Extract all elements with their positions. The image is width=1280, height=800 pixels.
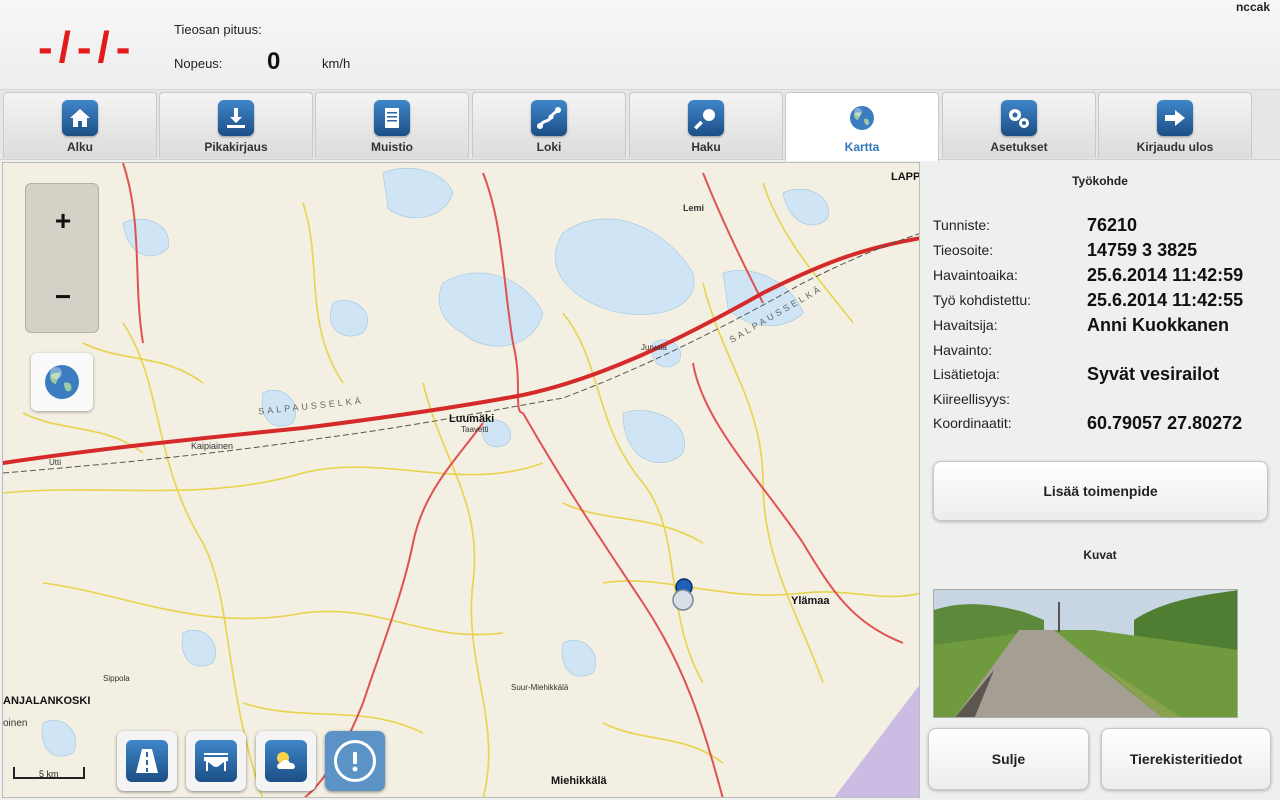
user-name: nccak <box>1235 0 1270 14</box>
field-label: Havaintoaika: <box>933 267 1018 283</box>
place-label: Lemi <box>683 203 705 213</box>
field-value: 25.6.2014 11:42:55 <box>1087 290 1244 310</box>
alert-layer-button[interactable] <box>325 731 385 791</box>
tab-label: Muistio <box>371 140 413 154</box>
place-label: Miehikkälä <box>551 775 607 787</box>
bridge-layer-icon <box>195 740 237 782</box>
search-icon <box>688 100 724 136</box>
speed-value: 0 <box>267 48 281 75</box>
map-type-button[interactable] <box>31 353 93 411</box>
tab-label: Asetukset <box>990 140 1048 154</box>
field-value: Syvät vesirailot <box>1087 364 1220 384</box>
tab-muistio[interactable]: Muistio <box>315 92 469 158</box>
place-label: Utti <box>49 458 61 467</box>
zoom-control: + − <box>25 183 99 333</box>
map-view[interactable]: LAPPEENRANTA Lemi Luumäki Taavetti Kaipi… <box>2 162 920 798</box>
home-icon <box>62 100 98 136</box>
place-label: ANJALANKOSKI <box>3 695 91 707</box>
work-item-panel: Työkohde Tunniste: 76210 Tieosoite: 1475… <box>920 162 1280 800</box>
globe-icon <box>45 365 79 399</box>
place-label: Kaipiainen <box>191 441 234 451</box>
field-value: 60.79057 27.80272 <box>1087 413 1243 433</box>
add-action-button[interactable]: Lisää toimenpide <box>933 461 1268 521</box>
panel-title: Työkohde <box>1072 174 1128 188</box>
tab-label: Haku <box>691 140 721 154</box>
road-registry-button[interactable]: Tierekisteritiedot <box>1101 728 1271 790</box>
field-label: Työ kohdistettu: <box>933 292 1032 308</box>
status-header: -/-/- Tieosan pituus: Nopeus: 0 km/h ncc… <box>0 0 1280 90</box>
tab-label: Alku <box>66 140 93 154</box>
zoom-in-button[interactable]: + <box>26 184 100 258</box>
speed-unit: km/h <box>322 56 351 71</box>
close-button[interactable]: Sulje <box>928 728 1089 790</box>
zoom-out-button[interactable]: − <box>26 260 100 334</box>
speed-label: Nopeus: <box>174 56 223 71</box>
field-value: 25.6.2014 11:42:59 <box>1087 265 1244 285</box>
field-label: Havainto: <box>933 342 993 358</box>
tab-label: Kirjaudu ulos <box>1136 140 1214 154</box>
scale-label: 5 km <box>39 769 59 779</box>
globe-icon <box>844 100 880 136</box>
place-label: Taavetti <box>461 425 489 434</box>
tab-label: Loki <box>536 140 562 154</box>
tab-asetukset[interactable]: Asetukset <box>942 92 1096 158</box>
map-canvas <box>3 163 919 797</box>
gears-icon <box>1001 100 1037 136</box>
place-label: oinen <box>3 718 28 729</box>
tab-alku[interactable]: Alku <box>3 92 157 158</box>
field-label: Tieosoite: <box>933 242 994 258</box>
place-label: Jurvala <box>641 343 667 352</box>
tab-pikakirjaus[interactable]: Pikakirjaus <box>159 92 313 158</box>
field-value: Anni Kuokkanen <box>1087 315 1230 335</box>
field-label: Kiireellisyys: <box>933 391 1011 407</box>
tab-label: Kartta <box>844 140 880 154</box>
field-label: Havaitsija: <box>933 317 998 333</box>
tab-haku[interactable]: Haku <box>629 92 783 158</box>
bridge-layer-button[interactable] <box>186 731 246 791</box>
tab-label: Pikakirjaus <box>204 140 268 154</box>
weather-layer-icon <box>265 740 307 782</box>
field-value: 14759 3 3825 <box>1087 240 1198 260</box>
road-length-label: Tieosan pituus: <box>174 22 262 37</box>
route-icon <box>531 100 567 136</box>
weather-layer-button[interactable] <box>256 731 316 791</box>
tab-kartta[interactable]: Kartta <box>785 92 939 161</box>
download-icon <box>218 100 254 136</box>
document-icon <box>374 100 410 136</box>
place-label: Ylämaa <box>791 595 830 607</box>
field-label: Koordinaatit: <box>933 415 1012 431</box>
main-tab-bar: Alku Pikakirjaus Muistio Loki Haku Kartt… <box>0 90 1280 161</box>
place-label: Sippola <box>103 674 130 683</box>
alert-layer-icon <box>334 740 376 782</box>
place-label: LAPPEENRANTA <box>891 171 920 183</box>
tab-kirjaudu-ulos[interactable]: Kirjaudu ulos <box>1098 92 1252 158</box>
road-layer-icon <box>126 740 168 782</box>
place-label: Luumäki <box>449 413 495 425</box>
place-label: Suur-Miehikkälä <box>511 683 569 692</box>
observation-photo[interactable] <box>933 589 1238 718</box>
road-layer-button[interactable] <box>117 731 177 791</box>
arrow-right-icon <box>1157 100 1193 136</box>
field-label: Tunniste: <box>933 217 991 233</box>
observation-marker[interactable] <box>672 578 694 612</box>
field-value: 76210 <box>1087 215 1138 235</box>
field-label: Lisätietoja: <box>933 366 1000 382</box>
tab-loki[interactable]: Loki <box>472 92 626 158</box>
road-code-display: -/-/- <box>38 23 137 72</box>
images-title: Kuvat <box>1083 548 1117 562</box>
